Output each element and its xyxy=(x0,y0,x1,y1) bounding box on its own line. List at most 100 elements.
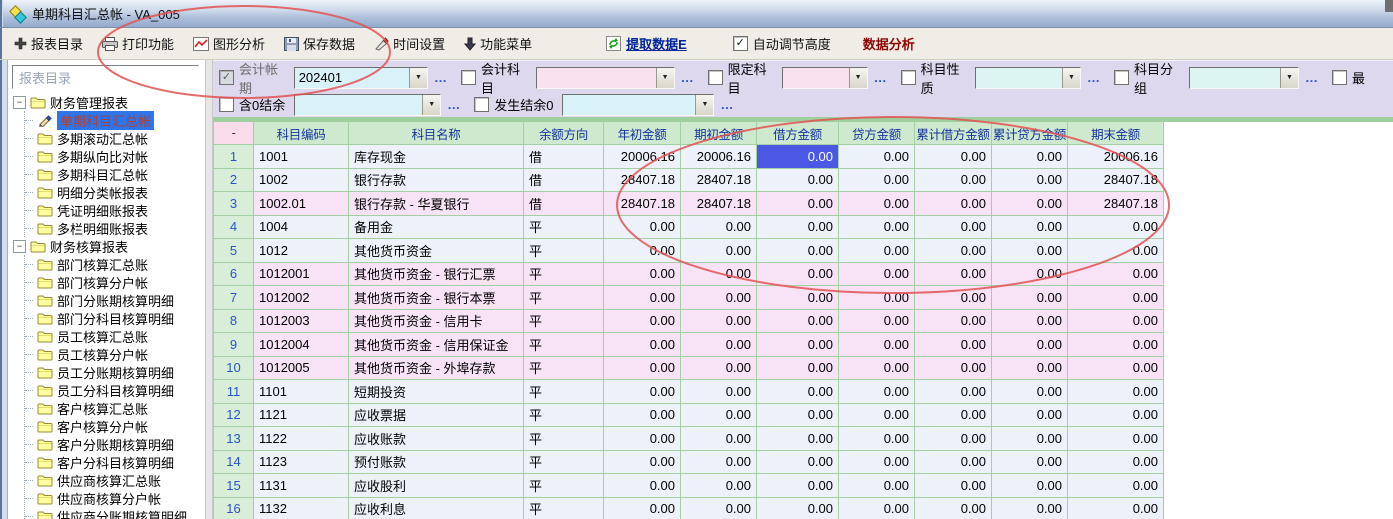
sidebar-item[interactable]: 客户核算汇总账 xyxy=(25,399,205,417)
cell-amount[interactable]: 0.00 xyxy=(915,145,992,169)
more-options-button[interactable]: … xyxy=(874,70,888,85)
sidebar-item[interactable]: 明细分类帐报表 xyxy=(25,183,205,201)
cell-amount[interactable]: 0.00 xyxy=(915,310,992,334)
cell-balance-direction[interactable]: 平 xyxy=(524,239,604,263)
cell-amount[interactable]: 0.00 xyxy=(915,380,992,404)
cell-balance-direction[interactable]: 平 xyxy=(524,427,604,451)
cell-amount[interactable]: 0.00 xyxy=(992,357,1068,381)
cell-account-code[interactable]: 1002.01 xyxy=(254,192,349,216)
toolbar-button-function-menu[interactable]: 功能菜单 xyxy=(462,32,534,55)
checkbox-icon[interactable] xyxy=(219,97,234,112)
column-header-期末金额[interactable]: 期末金额 xyxy=(1068,122,1164,145)
cell-amount[interactable]: 0.00 xyxy=(915,169,992,193)
row-number[interactable]: 16 xyxy=(214,498,254,519)
checkbox-icon[interactable] xyxy=(1332,70,1347,85)
cell-amount[interactable]: 0.00 xyxy=(992,451,1068,475)
sidebar-item[interactable]: 供应商分账期核算明细 xyxy=(25,507,205,519)
cell-account-code[interactable]: 1012002 xyxy=(254,286,349,310)
filter-combo-科目性质[interactable]: ▼ xyxy=(975,67,1081,89)
cell-amount[interactable]: 0.00 xyxy=(681,357,757,381)
cell-amount[interactable]: 0.00 xyxy=(992,474,1068,498)
row-number[interactable]: 8 xyxy=(214,310,254,334)
cell-amount[interactable]: 0.00 xyxy=(992,404,1068,428)
filter-checkbox-含0结余[interactable]: 含0结余 xyxy=(219,95,285,114)
cell-balance-direction[interactable]: 平 xyxy=(524,263,604,287)
cell-amount[interactable]: 0.00 xyxy=(757,169,839,193)
checkbox-icon[interactable] xyxy=(733,36,748,51)
cell-amount[interactable]: 28407.18 xyxy=(681,169,757,193)
cell-amount[interactable]: 0.00 xyxy=(604,310,681,334)
toolbar-button-graph-analysis[interactable]: 图形分析 xyxy=(191,32,267,55)
cell-amount[interactable]: 0.00 xyxy=(757,192,839,216)
cell-amount[interactable]: 0.00 xyxy=(681,263,757,287)
cell-amount[interactable]: 0.00 xyxy=(681,404,757,428)
cell-amount[interactable]: 0.00 xyxy=(681,333,757,357)
cell-account-code[interactable]: 1012004 xyxy=(254,333,349,357)
cell-amount[interactable]: 0.00 xyxy=(992,192,1068,216)
tree-group[interactable]: −财务管理报表 xyxy=(8,93,205,111)
cell-account-name[interactable]: 其他货币资金 - 外埠存款 xyxy=(349,357,524,381)
cell-account-name[interactable]: 应收票据 xyxy=(349,404,524,428)
cell-account-name[interactable]: 库存现金 xyxy=(349,145,524,169)
cell-account-name[interactable]: 其他货币资金 - 信用卡 xyxy=(349,310,524,334)
column-header-期初金额[interactable]: 期初金额 xyxy=(681,122,757,145)
cell-account-code[interactable]: 1012005 xyxy=(254,357,349,381)
cell-amount[interactable]: 0.00 xyxy=(681,216,757,240)
toolbar-button-report-catalog[interactable]: 报表目录 xyxy=(12,32,85,55)
row-number[interactable]: 14 xyxy=(214,451,254,475)
sidebar-item[interactable]: 客户核算分户帐 xyxy=(25,417,205,435)
checkbox-icon[interactable] xyxy=(219,70,234,85)
cell-amount[interactable]: 0.00 xyxy=(681,380,757,404)
row-number[interactable]: 5 xyxy=(214,239,254,263)
cell-amount[interactable]: 0.00 xyxy=(604,427,681,451)
cell-amount[interactable]: 0.00 xyxy=(839,333,915,357)
more-options-button[interactable]: … xyxy=(1305,70,1319,85)
cell-amount[interactable]: 0.00 xyxy=(992,498,1068,519)
cell-amount[interactable]: 0.00 xyxy=(757,404,839,428)
cell-amount[interactable]: 0.00 xyxy=(915,404,992,428)
cell-amount[interactable]: 0.00 xyxy=(757,427,839,451)
cell-amount[interactable]: 0.00 xyxy=(681,239,757,263)
cell-account-code[interactable]: 1004 xyxy=(254,216,349,240)
cell-amount[interactable]: 0.00 xyxy=(992,263,1068,287)
sidebar-item[interactable]: 凭证明细账报表 xyxy=(25,201,205,219)
column-header-贷方金额[interactable]: 贷方金额 xyxy=(839,122,915,145)
cell-amount[interactable]: 0.00 xyxy=(1068,239,1164,263)
cell-amount[interactable]: 0.00 xyxy=(681,474,757,498)
sidebar-item[interactable]: 员工分账期核算明细 xyxy=(25,363,205,381)
dropdown-arrow-icon[interactable]: ▼ xyxy=(656,68,674,88)
row-number[interactable]: 10 xyxy=(214,357,254,381)
cell-amount[interactable]: 0.00 xyxy=(757,310,839,334)
row-number[interactable]: 4 xyxy=(214,216,254,240)
filter-checkbox-发生结余0[interactable]: 发生结余0 xyxy=(474,95,553,114)
cell-amount[interactable]: 0.00 xyxy=(604,380,681,404)
cell-amount[interactable]: 0.00 xyxy=(839,474,915,498)
cell-amount[interactable]: 0.00 xyxy=(992,169,1068,193)
filter-checkbox-最[interactable]: 最 xyxy=(1332,68,1365,87)
cell-amount[interactable]: 0.00 xyxy=(757,286,839,310)
cell-amount[interactable]: 0.00 xyxy=(839,404,915,428)
row-number[interactable]: 15 xyxy=(214,474,254,498)
filter-checkbox-科目分组[interactable]: 科目分组 xyxy=(1114,60,1180,97)
cell-amount[interactable]: 0.00 xyxy=(1068,474,1164,498)
filter-checkbox-会计帐期[interactable]: 会计帐期 xyxy=(219,60,285,97)
row-number[interactable]: 12 xyxy=(214,404,254,428)
dropdown-arrow-icon[interactable]: ▼ xyxy=(409,68,427,88)
dropdown-arrow-icon[interactable]: ▼ xyxy=(1062,68,1080,88)
cell-amount[interactable]: 0.00 xyxy=(915,357,992,381)
cell-amount[interactable]: 0.00 xyxy=(757,333,839,357)
dropdown-arrow-icon[interactable]: ▼ xyxy=(849,68,867,88)
cell-amount[interactable]: 28407.18 xyxy=(1068,192,1164,216)
collapse-icon[interactable]: − xyxy=(13,240,26,253)
cell-balance-direction[interactable]: 平 xyxy=(524,404,604,428)
sidebar-item[interactable]: 客户分科目核算明细 xyxy=(25,453,205,471)
cell-amount[interactable]: 0.00 xyxy=(1068,333,1164,357)
cell-amount[interactable]: 0.00 xyxy=(1068,427,1164,451)
cell-amount[interactable]: 0.00 xyxy=(1068,451,1164,475)
collapse-icon[interactable]: − xyxy=(13,96,26,109)
filter-checkbox-科目性质[interactable]: 科目性质 xyxy=(901,60,967,97)
cell-amount[interactable]: 0.00 xyxy=(839,380,915,404)
column-header-rownum[interactable]: - xyxy=(214,122,254,145)
cell-amount[interactable]: 0.00 xyxy=(915,451,992,475)
cell-amount[interactable]: 0.00 xyxy=(681,427,757,451)
